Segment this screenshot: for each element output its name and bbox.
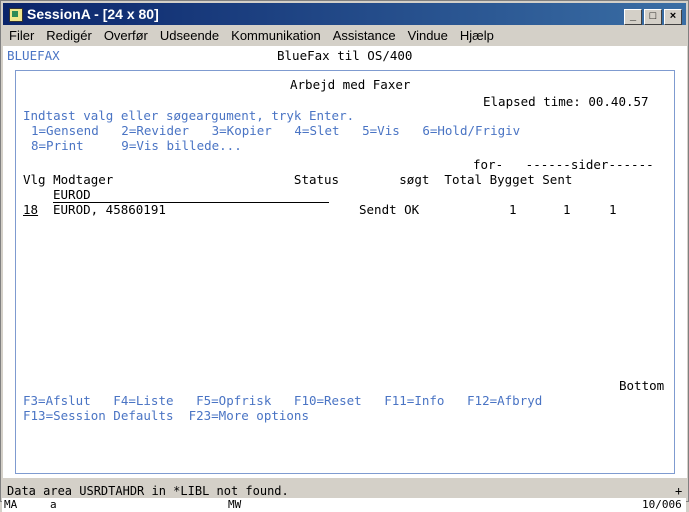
status-message: Data area USRDTAHDR in *LIBL not found. — [7, 484, 289, 498]
minimize-button[interactable]: _ — [624, 9, 642, 25]
column-header-top: for- ------sider------ — [473, 157, 654, 172]
row-attempted: 1 — [509, 202, 517, 217]
menu-udseende[interactable]: Udseende — [154, 26, 225, 43]
column-headers: Vlg Modtager Status søgt Total Bygget Se… — [23, 172, 573, 187]
close-button[interactable]: × — [664, 9, 682, 25]
menu-rediger[interactable]: Redigér — [40, 26, 98, 43]
status-line: Data area USRDTAHDR in *LIBL not found. … — [3, 481, 687, 499]
options-line-2: 8=Print 9=Vis billede... — [31, 138, 242, 153]
title-bar[interactable]: SessionA - [24 x 80] _ □ × — [3, 3, 686, 25]
oia-input: a — [50, 498, 57, 511]
search-field[interactable]: EUROD — [53, 187, 329, 203]
session-app-icon[interactable] — [9, 8, 23, 22]
menu-filer[interactable]: Filer — [3, 26, 40, 43]
menu-assistance[interactable]: Assistance — [327, 26, 402, 43]
oia-cursor-position: 10/006 — [642, 498, 682, 511]
menu-overfor[interactable]: Overfør — [98, 26, 154, 43]
window-controls: _ □ × — [622, 6, 682, 25]
function-keys-1: F3=Afslut F4=Liste F5=Opfrisk F10=Reset … — [23, 393, 543, 408]
row-built: 1 — [609, 202, 617, 217]
row-total: 1 — [563, 202, 571, 217]
oia-mw: MW — [228, 498, 242, 511]
session-window: SessionA - [24 x 80] _ □ × Filer Redigér Ove… — [0, 0, 689, 502]
operator-info-area: MA a MW 10/006 — [2, 498, 686, 512]
app-id: BLUEFAX — [7, 48, 60, 63]
menu-kommunikation[interactable]: Kommunikation — [225, 26, 327, 43]
row-option[interactable]: 18 — [23, 202, 38, 217]
menu-bar: Filer Redigér Overfør Udseende Kommunikation… — [3, 26, 686, 46]
window-title: SessionA - [24 x 80] — [27, 6, 159, 22]
app-title: BlueFax til OS/400 — [277, 48, 413, 63]
bottom-indicator: Bottom — [619, 378, 665, 393]
function-keys-2: F13=Session Defaults F23=More options — [23, 408, 309, 423]
menu-vindue[interactable]: Vindue — [402, 26, 454, 43]
row-recipient: EUROD, 45860191 — [53, 202, 166, 217]
maximize-button[interactable]: □ — [644, 9, 662, 25]
terminal-screen[interactable]: BLUEFAX BlueFax til OS/400 Arbejd med Fa… — [3, 46, 687, 478]
status-plus: + — [675, 484, 683, 498]
row-status: Sendt OK — [359, 202, 420, 217]
elapsed-time: Elapsed time: 00.40.57 — [483, 94, 649, 109]
instructions: Indtast valg eller søgeargument, tryk En… — [23, 108, 355, 123]
options-line-1: 1=Gensend 2=Revider 3=Kopier 4=Slet 5=Vi… — [31, 123, 521, 138]
menu-hjaelp[interactable]: Hjælp — [454, 26, 500, 43]
panel-title: Arbejd med Faxer — [290, 77, 411, 92]
oia-ma: MA — [4, 498, 18, 511]
